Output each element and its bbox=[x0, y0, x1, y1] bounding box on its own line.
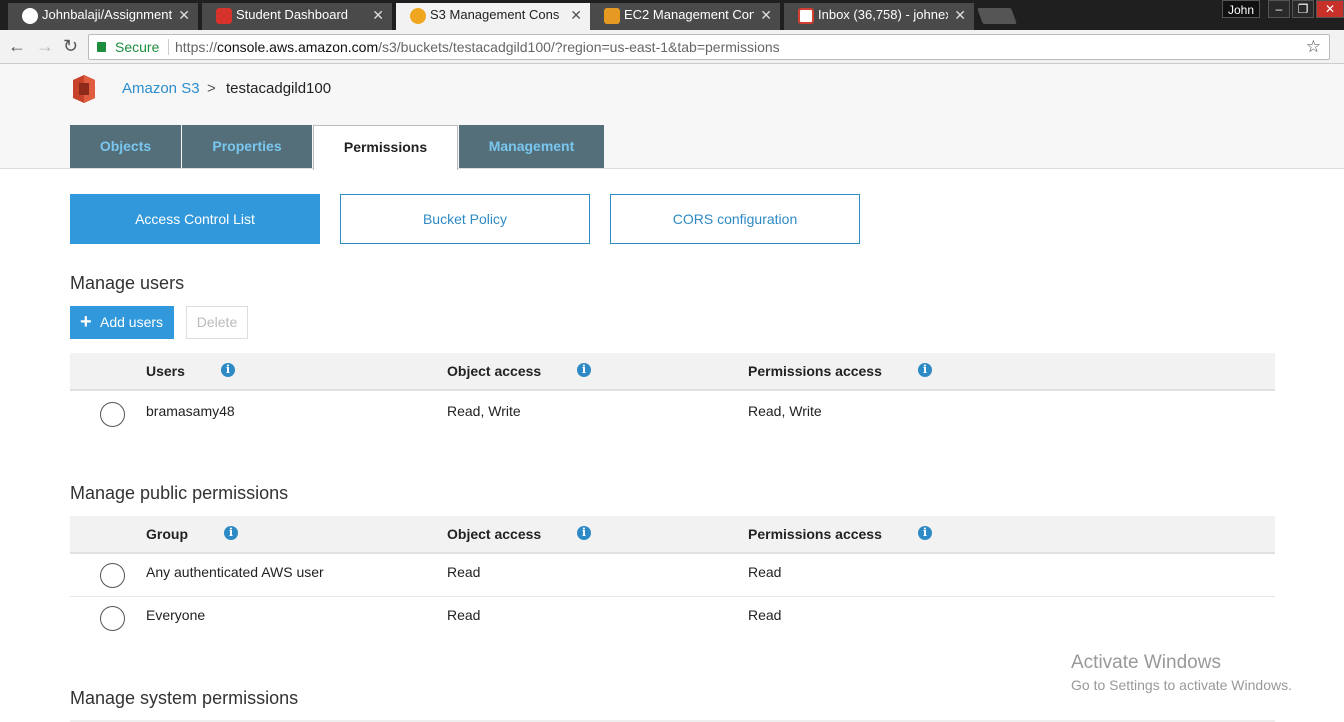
info-icon[interactable]: i bbox=[224, 526, 238, 540]
info-icon[interactable]: i bbox=[918, 363, 932, 377]
url-text: https://console.aws.amazon.com/s3/bucket… bbox=[175, 35, 780, 59]
add-users-label: Add users bbox=[100, 314, 164, 330]
bookmark-star-icon[interactable]: ☆ bbox=[1306, 35, 1321, 59]
back-arrow-icon[interactable]: ← bbox=[8, 36, 26, 57]
row-radio[interactable] bbox=[100, 563, 125, 588]
column-header-group: Group bbox=[146, 526, 188, 542]
divider bbox=[168, 39, 169, 55]
delete-button[interactable]: Delete bbox=[186, 306, 248, 339]
breadcrumb-separator: > bbox=[207, 80, 216, 97]
tab-title: Student Dashboard bbox=[236, 7, 349, 22]
browser-tab-gmail[interactable]: Inbox (36,758) - johnexp ✕ bbox=[784, 3, 974, 30]
aws-box-icon bbox=[604, 8, 620, 24]
info-icon[interactable]: i bbox=[221, 363, 235, 377]
permissions-access-value: Read, Write bbox=[748, 403, 822, 419]
github-icon bbox=[22, 8, 38, 24]
close-icon[interactable]: ✕ bbox=[954, 3, 966, 27]
breadcrumb-amazon-s3-link[interactable]: Amazon S3 bbox=[122, 80, 200, 97]
public-table-header: Group i Object access i Permissions acce… bbox=[70, 516, 1275, 554]
manage-users-heading: Manage users bbox=[70, 273, 185, 293]
plus-icon: + bbox=[80, 311, 92, 333]
url-input[interactable]: Secure https://console.aws.amazon.com/s3… bbox=[88, 34, 1330, 60]
add-users-button[interactable]: + Add users bbox=[70, 306, 174, 339]
users-table-header: Users i Object access i Permissions acce… bbox=[70, 353, 1275, 391]
info-icon[interactable]: i bbox=[918, 526, 932, 540]
angular-icon bbox=[216, 8, 232, 24]
group-name: Everyone bbox=[146, 607, 206, 623]
tab-title: S3 Management Console bbox=[430, 7, 560, 22]
subtab-bucket-policy[interactable]: Bucket Policy bbox=[340, 194, 590, 244]
subtab-access-control-list[interactable]: Access Control List bbox=[70, 194, 320, 244]
url-scheme: https:// bbox=[175, 39, 218, 55]
tab-title: Inbox (36,758) - johnexp bbox=[818, 7, 948, 22]
close-icon[interactable]: ✕ bbox=[372, 3, 384, 27]
manage-system-permissions-heading: Manage system permissions bbox=[70, 688, 299, 708]
address-bar: ← → ↻ Secure https://console.aws.amazon.… bbox=[0, 30, 1344, 64]
permissions-access-value: Read bbox=[748, 564, 782, 580]
url-path: /s3/buckets/testacadgild100/?region=us-e… bbox=[378, 39, 780, 55]
info-icon[interactable]: i bbox=[577, 526, 591, 540]
close-icon[interactable]: ✕ bbox=[570, 3, 582, 27]
subtab-cors-configuration[interactable]: CORS configuration bbox=[610, 194, 860, 244]
activate-windows-watermark-title: Activate Windows bbox=[1071, 652, 1221, 673]
amazon-s3-logo-icon bbox=[73, 75, 95, 103]
object-access-value: Read, Write bbox=[447, 403, 521, 419]
restore-icon[interactable]: ❐ bbox=[1292, 0, 1314, 18]
tab-management[interactable]: Management bbox=[459, 125, 604, 168]
browser-tab-github[interactable]: Johnbalaji/Assignment4. ✕ bbox=[8, 3, 198, 30]
column-header-permissions-access: Permissions access bbox=[748, 526, 882, 542]
permissions-access-value: Read bbox=[748, 607, 782, 623]
profile-button[interactable]: John bbox=[1222, 0, 1260, 18]
object-access-value: Read bbox=[447, 564, 481, 580]
table-row: bramasamy48 Read, Write Read, Write bbox=[70, 392, 1275, 435]
close-icon[interactable]: ✕ bbox=[760, 3, 772, 27]
column-header-permissions-access: Permissions access bbox=[748, 363, 882, 379]
manage-public-permissions-heading: Manage public permissions bbox=[70, 483, 289, 503]
new-tab-button[interactable] bbox=[977, 8, 1017, 24]
browser-tab-s3-console[interactable]: S3 Management Console ✕ bbox=[396, 3, 590, 30]
row-radio[interactable] bbox=[100, 402, 125, 427]
breadcrumb-bucket-name: testacadgild100 bbox=[226, 80, 332, 97]
table-row: Any authenticated AWS user Read Read bbox=[70, 554, 1275, 597]
column-header-object-access: Object access bbox=[447, 363, 542, 379]
window-close-icon[interactable]: ✕ bbox=[1316, 0, 1344, 18]
tab-properties[interactable]: Properties bbox=[182, 125, 312, 168]
column-header-object-access: Object access bbox=[447, 526, 542, 542]
user-name: bramasamy48 bbox=[146, 403, 235, 419]
group-name: Any authenticated AWS user bbox=[146, 564, 324, 580]
table-row: Everyone Read Read bbox=[70, 597, 1275, 640]
lock-icon bbox=[97, 42, 106, 52]
info-icon[interactable]: i bbox=[577, 363, 591, 377]
activate-windows-watermark-text: Go to Settings to activate Windows. bbox=[1071, 677, 1292, 693]
gmail-icon bbox=[798, 8, 814, 24]
close-icon[interactable]: ✕ bbox=[178, 3, 190, 27]
tab-permissions[interactable]: Permissions bbox=[313, 125, 458, 170]
row-radio[interactable] bbox=[100, 606, 125, 631]
secure-label: Secure bbox=[115, 39, 160, 55]
tab-title: Johnbalaji/Assignment4. bbox=[42, 7, 172, 22]
reload-icon[interactable]: ↻ bbox=[63, 36, 78, 57]
forward-arrow-icon[interactable]: → bbox=[36, 36, 54, 57]
tab-title: EC2 Management Conso bbox=[624, 7, 754, 22]
aws-icon bbox=[410, 8, 426, 24]
url-host: console.aws.amazon.com bbox=[217, 39, 379, 55]
browser-tab-strip: Johnbalaji/Assignment4. ✕ Student Dashbo… bbox=[0, 0, 1344, 30]
column-header-users: Users bbox=[146, 363, 185, 379]
object-access-value: Read bbox=[447, 607, 481, 623]
minimize-icon[interactable]: – bbox=[1268, 0, 1290, 18]
browser-tab-student-dashboard[interactable]: Student Dashboard ✕ bbox=[202, 3, 392, 30]
tab-objects[interactable]: Objects bbox=[70, 125, 181, 168]
browser-tab-ec2-console[interactable]: EC2 Management Conso ✕ bbox=[590, 3, 780, 30]
